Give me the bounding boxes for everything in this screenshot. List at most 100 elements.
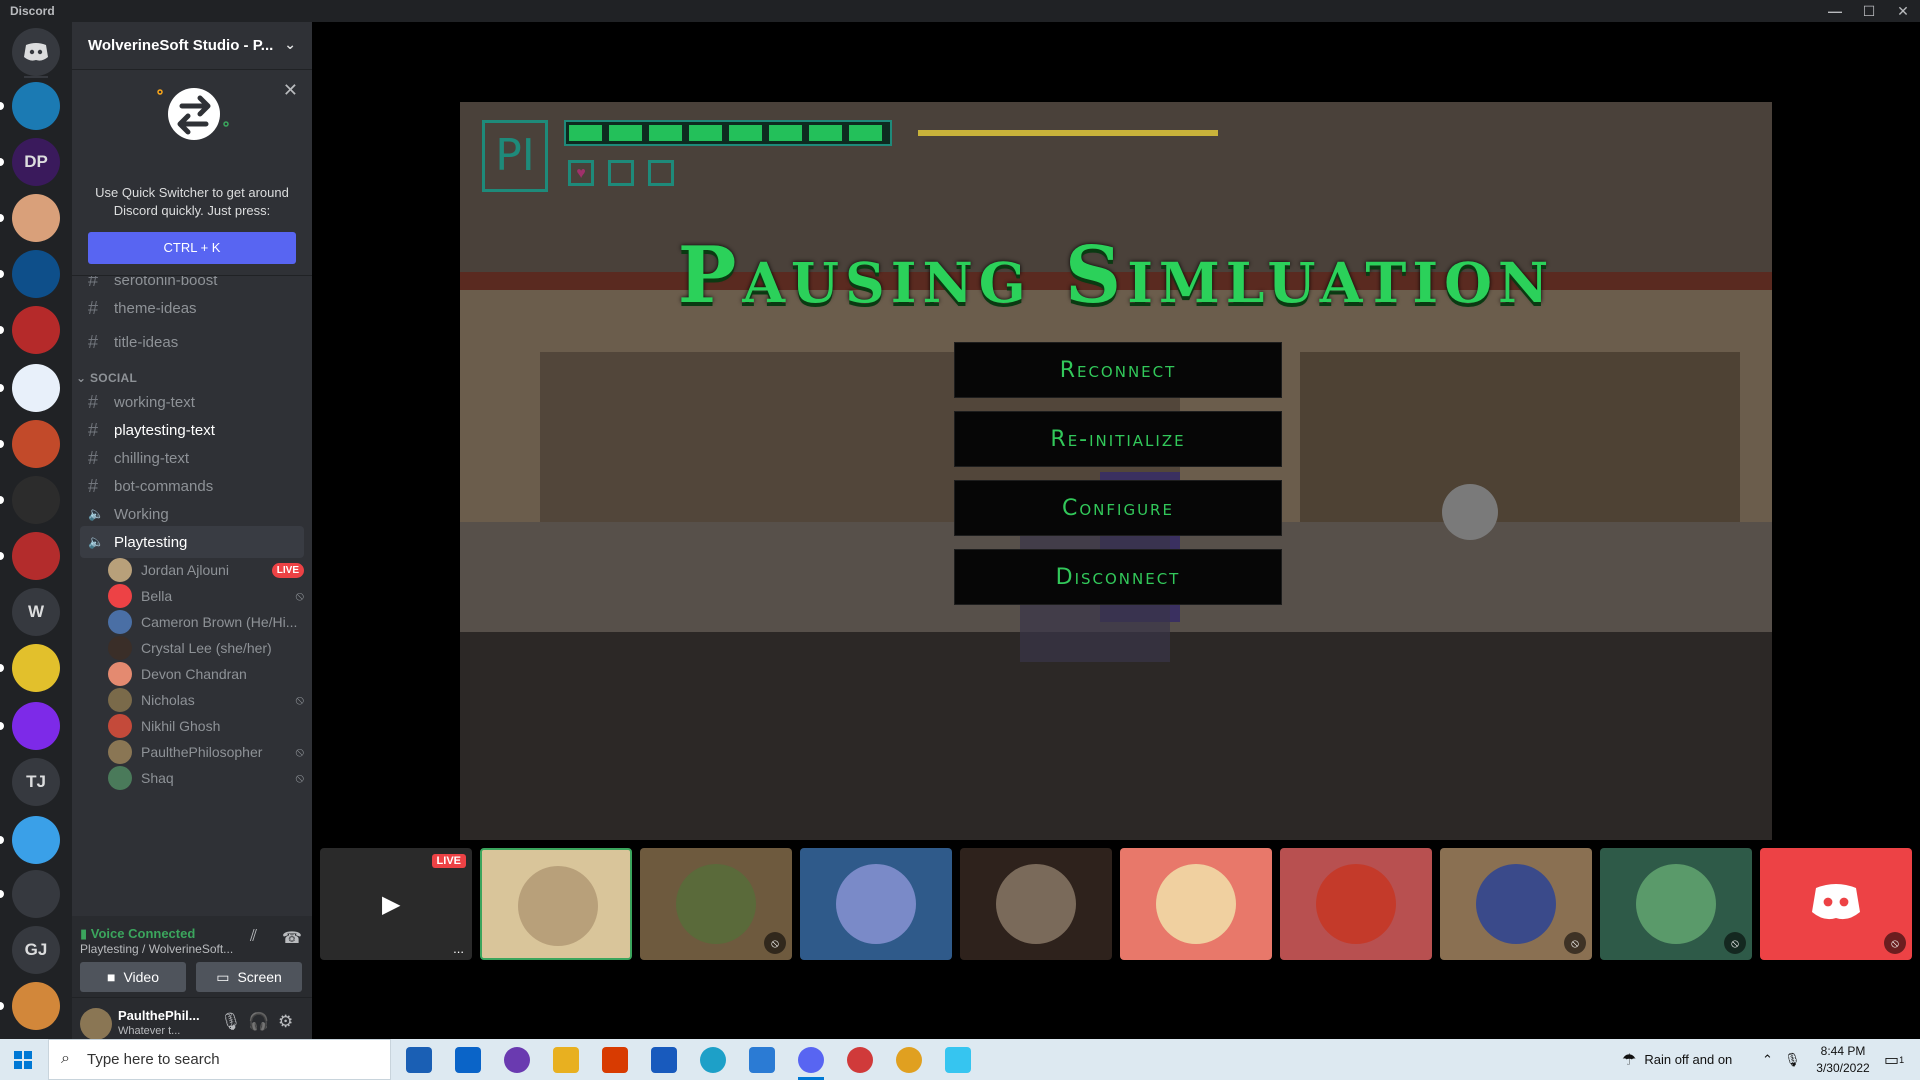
voice-user[interactable]: Cameron Brown (He/Hi... [108, 608, 304, 636]
minimize-button[interactable]: — [1818, 0, 1852, 22]
word-icon[interactable] [651, 1047, 677, 1073]
pause-title: Pausing Simluation [677, 230, 1555, 321]
office-icon[interactable] [602, 1047, 628, 1073]
channel-playtesting[interactable]: 🔈 Playtesting [80, 526, 304, 558]
microphone-icon[interactable]: 🎙 [1784, 1039, 1801, 1080]
notifications-icon[interactable]: ▭ 1 [1884, 1039, 1904, 1080]
channel-title-ideas[interactable]: # title-ideas [80, 326, 304, 358]
hashtag-icon: # [88, 419, 99, 440]
server-icon[interactable] [12, 194, 60, 242]
participant-tile[interactable]: ⦸ [1440, 848, 1592, 960]
chevron-up-icon[interactable]: ⌃ [1762, 1039, 1773, 1080]
voice-user[interactable]: Nikhil Ghosh [108, 712, 304, 740]
taskbar-search-input[interactable]: ⌕ Type here to search [48, 1039, 391, 1080]
maximize-button[interactable]: ☐ [1852, 0, 1886, 22]
server-icon[interactable] [12, 250, 60, 298]
participant-tile[interactable] [1120, 848, 1272, 960]
file-explorer-icon[interactable] [553, 1047, 579, 1073]
server-icon[interactable]: TJ [12, 758, 60, 806]
chrome-icon[interactable] [896, 1047, 922, 1073]
channel-list: # serotonin-boost # theme-ideas # title-ide… [72, 276, 312, 916]
edge-icon[interactable] [700, 1047, 726, 1073]
voice-user[interactable]: Bella ⦸ [108, 582, 304, 610]
server-header[interactable]: WolverineSoft Studio - P... ⌄ [72, 22, 312, 70]
close-window-button[interactable]: ✕ [1886, 0, 1920, 22]
category-social[interactable]: ⌄ SOCIAL [76, 371, 137, 385]
screen-icon: ▭ [216, 968, 230, 985]
voice-user[interactable]: Shaq ⦸ [108, 764, 304, 792]
configure-button[interactable]: Configure [954, 480, 1282, 536]
weather-widget[interactable]: ☂ Rain off and on [1622, 1039, 1732, 1080]
stream-preview-tile[interactable]: LIVE ▶... [320, 848, 472, 960]
gear-icon[interactable]: ⚙ [278, 1012, 293, 1032]
github-desktop-icon[interactable] [504, 1047, 530, 1073]
speaker-icon: 🔈 [88, 506, 105, 521]
server-icon[interactable] [12, 816, 60, 864]
server-icon[interactable] [12, 702, 60, 750]
unread-indicator [0, 552, 4, 560]
store-icon[interactable] [406, 1047, 432, 1073]
reinitialize-button[interactable]: Re-initialize [954, 411, 1282, 467]
participant-tile[interactable] [480, 848, 632, 960]
slack-icon[interactable] [945, 1047, 971, 1073]
windows-start-icon[interactable] [14, 1051, 32, 1069]
avatar [1476, 864, 1556, 944]
disconnect-icon[interactable]: ☎ [282, 928, 302, 948]
vscode-icon[interactable] [749, 1047, 775, 1073]
server-icon[interactable] [12, 476, 60, 524]
disconnect-button[interactable]: Disconnect [954, 549, 1282, 605]
channel-theme-ideas[interactable]: # theme-ideas [80, 292, 304, 324]
server-icon[interactable] [12, 306, 60, 354]
headphones-icon[interactable]: 🎧 [248, 1012, 269, 1032]
unread-indicator [0, 836, 4, 844]
mail-icon[interactable] [455, 1047, 481, 1073]
voice-location[interactable]: Playtesting / WolverineSoft... [80, 942, 233, 956]
home-button[interactable] [12, 28, 60, 76]
voice-user[interactable]: Crystal Lee (she/her) [108, 634, 304, 662]
avatar [1636, 864, 1716, 944]
muted-mic-icon: ⦸ [295, 744, 304, 759]
more-options-icon[interactable]: ... [453, 941, 464, 956]
server-icon[interactable] [12, 982, 60, 1030]
server-icon[interactable] [12, 82, 60, 130]
avatar [836, 864, 916, 944]
server-icon[interactable] [12, 870, 60, 918]
item-slot [648, 160, 674, 186]
participant-tile[interactable]: ⦸ [640, 848, 792, 960]
clock[interactable]: 8:44 PM 3/30/2022 [1808, 1043, 1878, 1077]
participant-tile[interactable]: ⦸ [1760, 848, 1912, 960]
server-icon[interactable]: GJ [12, 926, 60, 974]
screen-share-button[interactable]: ▭ Screen [196, 962, 302, 992]
participant-tile[interactable] [1280, 848, 1432, 960]
server-icon[interactable]: W [12, 588, 60, 636]
muted-mic-icon: ⦸ [1564, 932, 1586, 954]
unread-indicator [0, 384, 4, 392]
participant-tile[interactable] [960, 848, 1112, 960]
server-icon[interactable] [12, 532, 60, 580]
voice-user[interactable]: PaulthePhilosopher ⦸ [108, 738, 304, 766]
app-icon[interactable] [847, 1047, 873, 1073]
voice-stage: PI ♥ Pausing Simluation Reconnect Re-ini… [312, 22, 1920, 1039]
close-icon[interactable]: ✕ [283, 80, 298, 101]
avatar [1156, 864, 1236, 944]
voice-user[interactable]: Devon Chandran [108, 660, 304, 688]
participant-tile[interactable] [800, 848, 952, 960]
voice-user[interactable]: Nicholas ⦸ [108, 686, 304, 714]
noise-suppression-icon[interactable]: ⫽ [250, 928, 257, 946]
muted-mic-icon: ⦸ [295, 692, 304, 707]
avatar [108, 584, 132, 608]
server-icon[interactable] [12, 644, 60, 692]
quick-switcher-shortcut-button[interactable]: CTRL + K [88, 232, 296, 264]
muted-mic-icon: ⦸ [295, 770, 304, 785]
server-icon[interactable] [12, 420, 60, 468]
server-icon[interactable]: DP [12, 138, 60, 186]
server-icon[interactable] [12, 364, 60, 412]
avatar[interactable] [80, 1008, 112, 1040]
discord-taskbar-icon[interactable] [798, 1047, 824, 1073]
participant-tile[interactable]: ⦸ [1600, 848, 1752, 960]
mute-mic-icon[interactable]: 🎙 [220, 1012, 242, 1032]
video-button[interactable]: ■ Video [80, 962, 186, 992]
stream-video[interactable]: PI ♥ Pausing Simluation Reconnect Re-ini… [460, 102, 1772, 840]
reconnect-button[interactable]: Reconnect [954, 342, 1282, 398]
voice-user[interactable]: Jordan Ajlouni LIVE [108, 556, 304, 584]
